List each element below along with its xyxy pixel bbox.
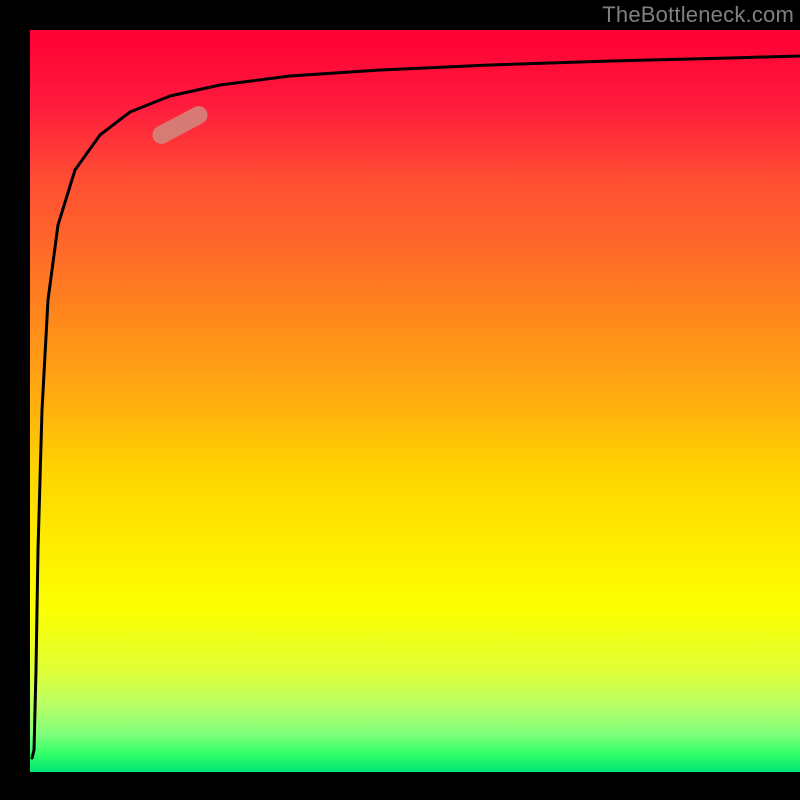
x-axis: [0, 772, 800, 800]
plot-gradient-background: [30, 30, 800, 772]
watermark-text: TheBottleneck.com: [602, 2, 794, 28]
chart-container: TheBottleneck.com: [0, 0, 800, 800]
y-axis: [0, 0, 30, 800]
